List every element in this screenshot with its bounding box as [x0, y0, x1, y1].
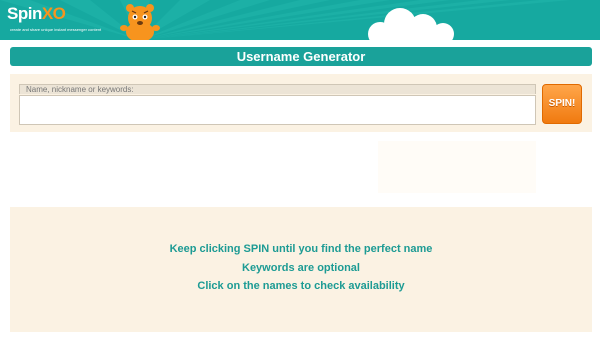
- logo-tagline: create and share unique instant messenge…: [10, 27, 102, 32]
- keywords-input[interactable]: [19, 95, 536, 125]
- info-line-spin: Keep clicking SPIN until you find the pe…: [169, 243, 433, 255]
- results-area: [378, 141, 536, 193]
- keywords-label: Name, nickname or keywords:: [19, 84, 536, 94]
- spin-button[interactable]: SPIN!: [542, 84, 582, 124]
- site-header: SpinXO create and share unique instant m…: [0, 0, 600, 40]
- tiger-mascot-icon: [120, 4, 160, 40]
- info-line-availability: Click on the names to check availability: [197, 280, 405, 292]
- input-panel: Name, nickname or keywords: SPIN!: [10, 74, 592, 132]
- cloud-decoration: [368, 8, 454, 40]
- info-panel: Keep clicking SPIN until you find the pe…: [10, 207, 592, 332]
- info-line-keywords: Keywords are optional: [242, 262, 360, 274]
- generator-title: Username Generator: [10, 47, 592, 66]
- sunburst-background: [0, 0, 570, 40]
- logo-accent: XO: [41, 4, 66, 23]
- site-logo[interactable]: SpinXO: [7, 4, 66, 24]
- logo-main: Spin: [7, 4, 42, 23]
